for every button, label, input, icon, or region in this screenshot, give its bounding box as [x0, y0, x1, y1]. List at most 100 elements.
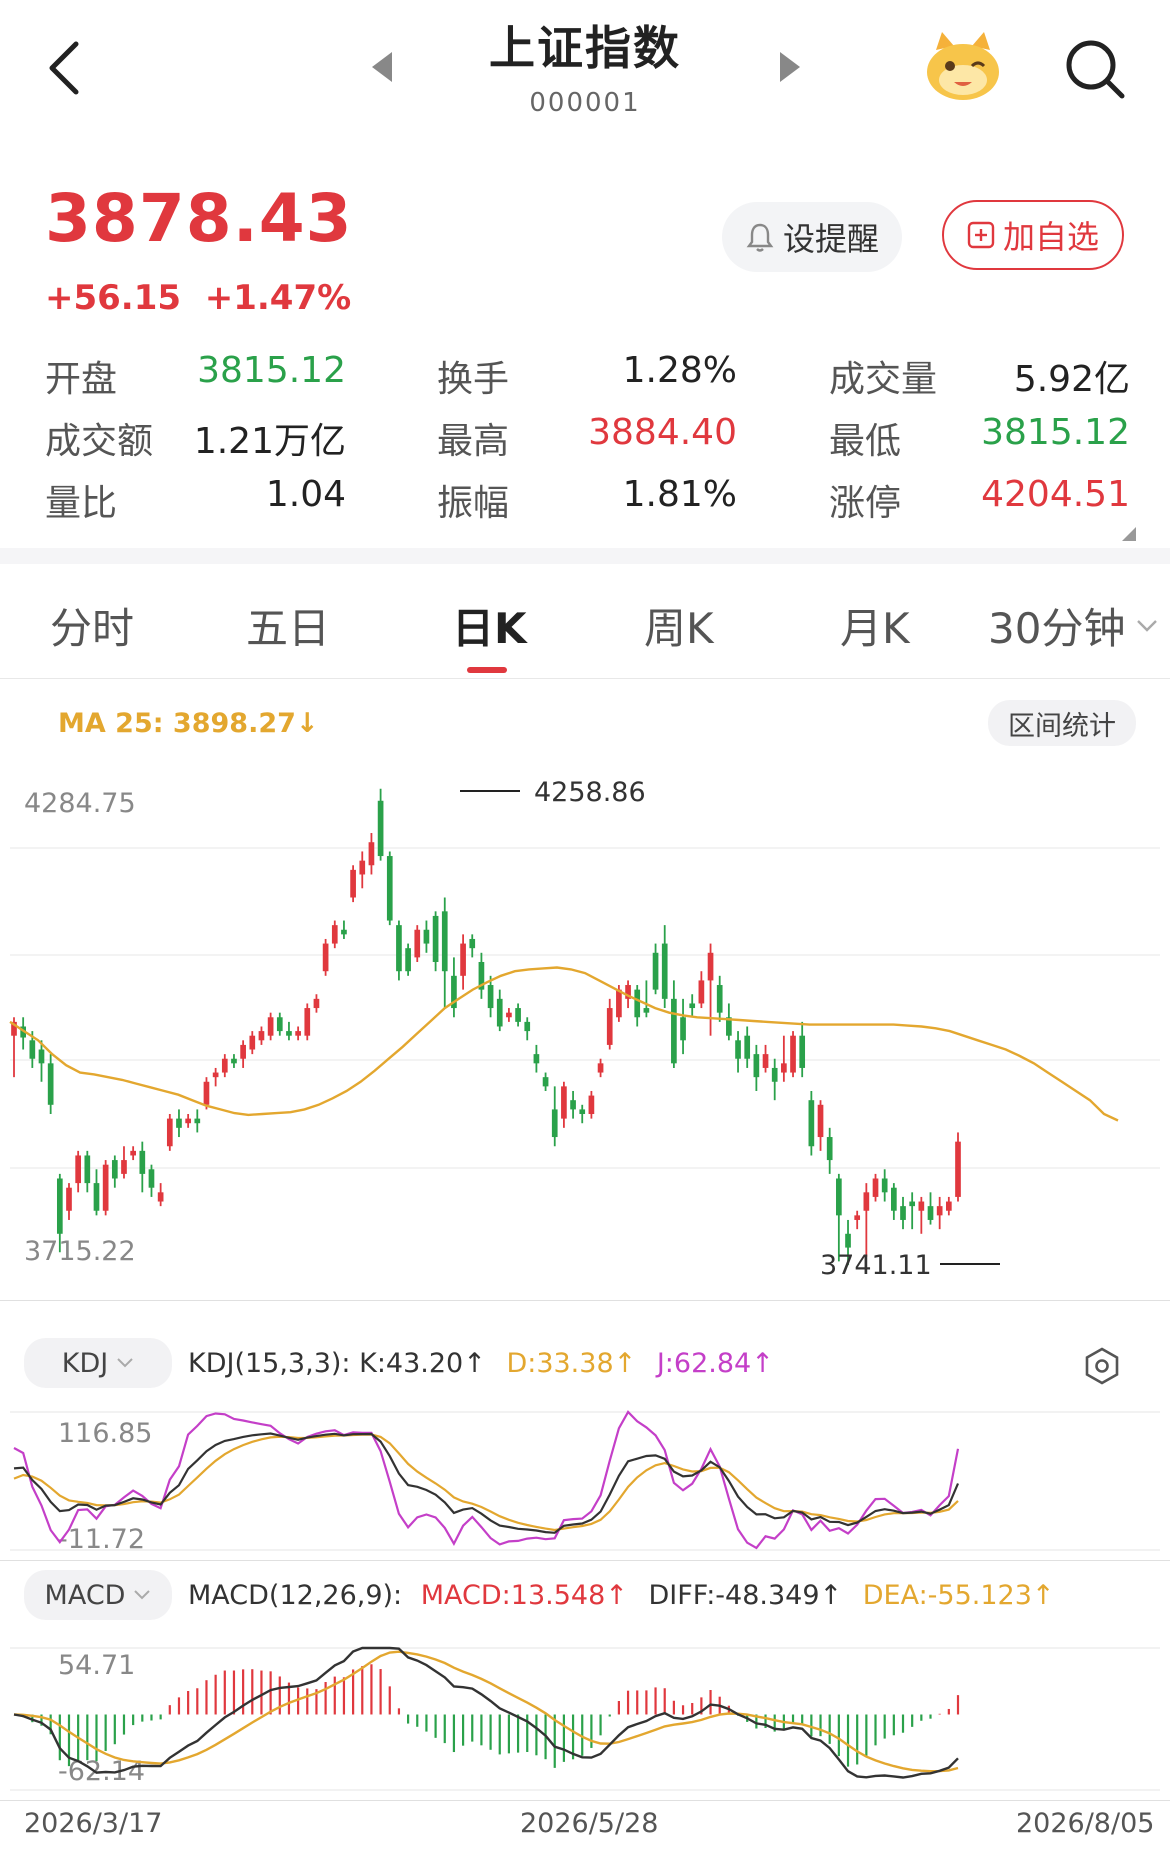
candle-up	[203, 1081, 210, 1105]
kdj-k-value: K:43.20↑	[359, 1348, 486, 1379]
candle-up	[258, 1031, 265, 1041]
tab-weekly-k[interactable]: 周K	[644, 595, 714, 656]
range-stats-button[interactable]: 区间统计	[988, 700, 1136, 746]
stat-label-amplitude: 振幅	[437, 483, 510, 524]
candle-up	[185, 1118, 191, 1124]
macd-bottom-border	[0, 1800, 1170, 1801]
macd-diff-line	[13, 1646, 959, 1779]
candle-down	[799, 1035, 806, 1068]
current-price: 3878.43	[45, 180, 353, 257]
settings-hexagon-icon[interactable]	[1082, 1346, 1122, 1386]
candle-down	[634, 989, 641, 1018]
candle-down	[176, 1118, 182, 1128]
chevron-down-icon	[117, 1358, 133, 1368]
change-percent: +1.47%	[204, 278, 352, 318]
candle-down	[680, 1017, 686, 1041]
tab-intraday[interactable]: 分时	[50, 595, 134, 656]
next-stock-icon[interactable]	[778, 50, 802, 84]
candle-up	[872, 1178, 879, 1197]
add-favorite-label: 加自选	[1002, 218, 1099, 256]
candle-down	[836, 1178, 842, 1216]
candle-down	[652, 952, 659, 990]
chevron-down-icon[interactable]	[1136, 618, 1158, 632]
candle-up	[368, 842, 375, 866]
tab-five-day[interactable]: 五日	[246, 595, 330, 656]
macd-selector[interactable]: MACD	[24, 1570, 172, 1620]
stat-label-volume: 成交量	[829, 359, 938, 400]
kdj-params: KDJ(15,3,3):	[188, 1348, 351, 1379]
kdj-j-line	[13, 1410, 960, 1550]
tab-daily-k[interactable]: 日K	[452, 595, 527, 656]
kdj-chart[interactable]	[0, 1400, 1170, 1560]
candle-down	[735, 1040, 741, 1059]
candle-up	[606, 1008, 613, 1045]
candle-down	[194, 1118, 201, 1124]
candle-down	[386, 856, 393, 921]
change-amount: +56.15	[45, 278, 182, 318]
candle-down	[469, 938, 476, 949]
stat-value-limit-up: 4204.51	[981, 474, 1130, 515]
macd-chart[interactable]	[0, 1630, 1170, 1800]
stat-label-high: 最高	[437, 421, 510, 462]
candle-down	[826, 1137, 833, 1161]
candle-up	[295, 1031, 301, 1036]
expand-corner-icon[interactable]	[1122, 526, 1136, 541]
macd-selector-label: MACD	[44, 1579, 126, 1611]
tab-30min[interactable]: 30分钟	[988, 595, 1125, 656]
stat-value-low: 3815.12	[981, 412, 1130, 453]
stat-value-volume-ratio: 1.04	[265, 474, 346, 515]
stat-label-open: 开盘	[45, 359, 118, 400]
candle-up	[350, 869, 356, 898]
candle-up	[616, 989, 622, 1018]
candle-down	[771, 1067, 778, 1082]
tabs-bottom-border	[0, 678, 1170, 679]
candle-up	[561, 1086, 567, 1119]
candle-up	[817, 1104, 824, 1138]
high-marker-label: 4258.86	[534, 777, 646, 808]
candle-down	[423, 929, 430, 944]
main-chart-bottom-border	[0, 1300, 1170, 1301]
kdj-d-line	[13, 1433, 959, 1532]
candle-down	[570, 1100, 576, 1110]
candle-down	[542, 1077, 549, 1087]
kdj-k-line	[13, 1432, 960, 1534]
stat-label-amount: 成交额	[45, 421, 154, 462]
macd-diff-value: DIFF:-48.349↑	[648, 1580, 843, 1611]
candle-up	[414, 929, 421, 958]
candle-down	[533, 1054, 540, 1064]
candle-up	[121, 1160, 127, 1174]
tab-monthly-k[interactable]: 月K	[840, 595, 910, 656]
candle-down	[753, 1054, 760, 1078]
search-icon[interactable]	[1064, 38, 1126, 100]
kdj-values: KDJ(15,3,3): K:43.20↑ D:33.38↑ J:62.84↑	[188, 1348, 774, 1379]
stat-value-turnover-rate: 1.28%	[622, 350, 737, 391]
mascot-icon[interactable]	[922, 30, 1004, 102]
candle-down	[515, 1008, 521, 1022]
candle-down	[496, 998, 503, 1027]
stat-label-low: 最低	[829, 421, 902, 462]
candle-up	[221, 1058, 228, 1073]
candle-down	[286, 1031, 292, 1036]
candle-up	[304, 1008, 311, 1036]
kdj-selector[interactable]: KDJ	[24, 1338, 172, 1388]
candle-down	[689, 1003, 696, 1009]
candle-up	[166, 1118, 173, 1147]
macd-dea-value: DEA:-55.123↑	[862, 1580, 1055, 1611]
set-alert-button[interactable]: 设提醒	[722, 202, 902, 272]
date-label-mid: 2026/5/28	[520, 1808, 659, 1839]
candle-up	[313, 998, 320, 1009]
candle-down	[927, 1206, 934, 1220]
candle-up	[506, 1012, 512, 1018]
top-bar: 上证指数 000001	[0, 0, 1170, 130]
candle-up	[918, 1201, 925, 1211]
candlestick-chart[interactable]: 4258.86 3741.11	[0, 760, 1170, 1300]
candle-down	[111, 1160, 118, 1179]
add-box-icon	[967, 221, 995, 249]
candle-up	[863, 1192, 870, 1211]
add-favorite-button[interactable]: 加自选	[942, 200, 1124, 270]
macd-value: MACD:13.548↑	[420, 1580, 628, 1611]
candle-down	[56, 1178, 63, 1234]
active-tab-indicator	[467, 667, 507, 673]
section-divider	[0, 548, 1170, 564]
chevron-down-icon	[134, 1590, 151, 1600]
